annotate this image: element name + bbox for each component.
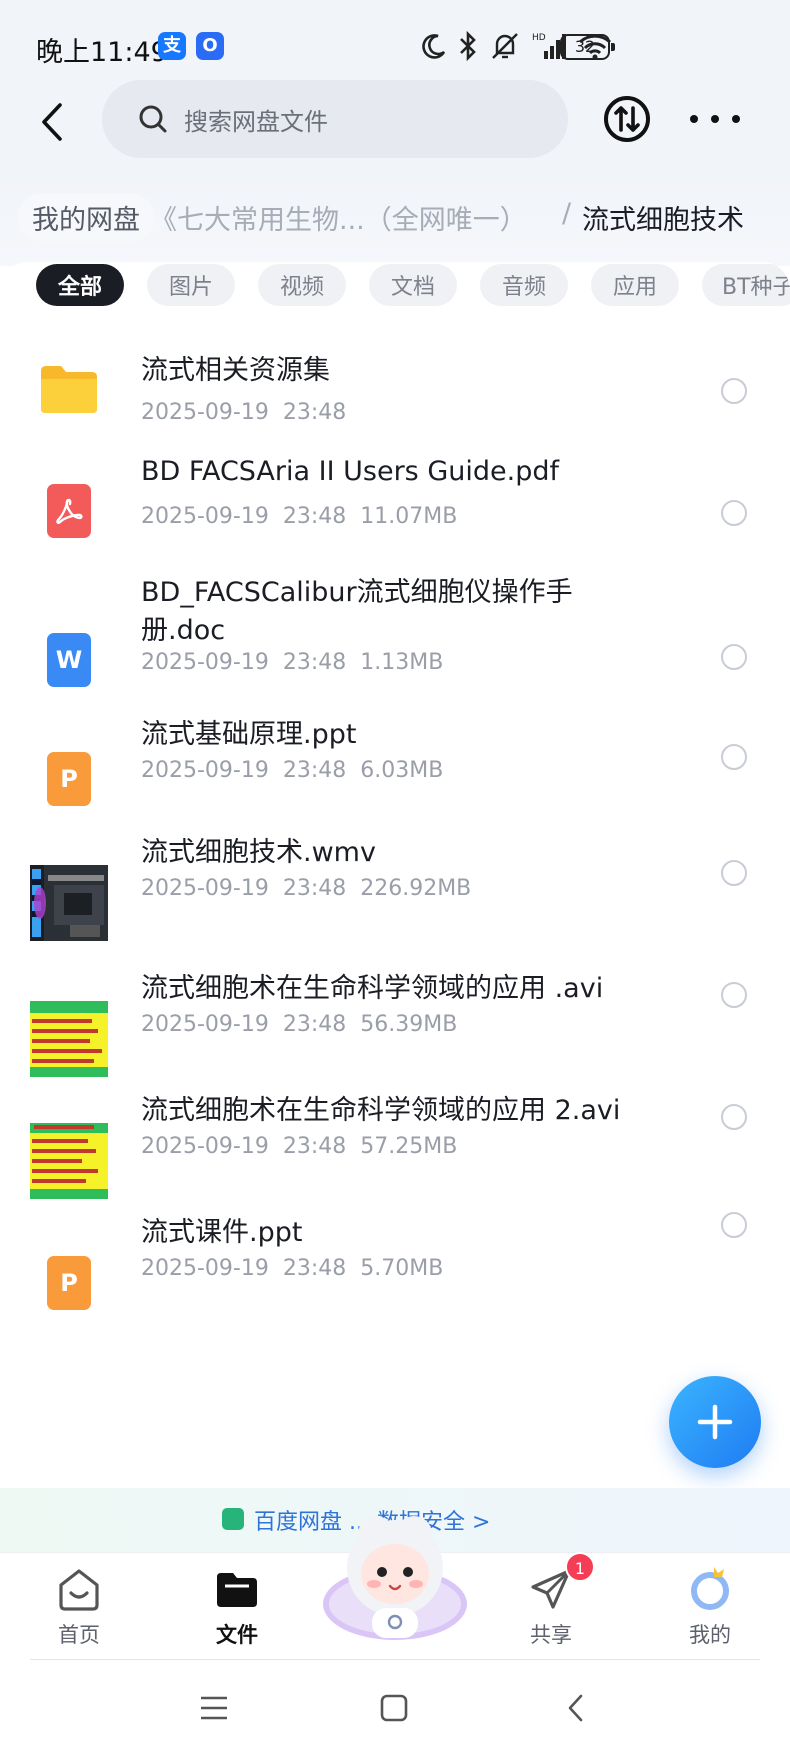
filter-chip-all[interactable]: 全部	[36, 264, 124, 306]
home-icon	[59, 1569, 99, 1611]
word-doc-icon: W	[28, 619, 110, 701]
back-button[interactable]	[28, 94, 76, 150]
bluetooth-icon	[460, 31, 476, 61]
file-name: 流式基础原理.ppt	[141, 719, 357, 750]
video-thumbnail	[28, 998, 110, 1080]
file-meta: 2025-09-19 23:48 5.70MB	[141, 1256, 444, 1281]
header: 搜索网盘文件	[0, 66, 790, 176]
add-button[interactable]	[669, 1376, 761, 1468]
back-arrow-icon	[42, 103, 62, 141]
video-thumbnail	[28, 862, 110, 944]
file-meta: 2025-09-19 23:48 11.07MB	[141, 504, 458, 529]
file-name: BD_FACSCalibur流式细胞仪操作手册.doc	[141, 577, 573, 646]
select-checkbox[interactable]	[721, 500, 747, 526]
video-thumbnail	[28, 1120, 110, 1202]
breadcrumb-root[interactable]: 我的网盘	[18, 194, 154, 241]
files-folder-icon	[217, 1573, 257, 1607]
system-navigation-bar	[0, 1660, 790, 1756]
filter-chip-apps[interactable]: 应用	[591, 264, 679, 306]
file-type-filters: 全部 图片 视频 文档 音频 应用 BT种子	[0, 262, 790, 318]
more-options-button[interactable]	[690, 106, 740, 132]
nav-home[interactable]: 首页	[24, 1565, 134, 1655]
select-checkbox[interactable]	[721, 1212, 747, 1238]
system-back-button[interactable]	[551, 1688, 601, 1728]
filter-chip-documents[interactable]: 文档	[369, 264, 457, 306]
file-row[interactable]: 流式相关资源集 2025-09-19 23:48	[0, 318, 790, 436]
breadcrumb: 《七大常用生物...（全网唯一） 我的网盘 / 流式细胞技术	[0, 176, 790, 266]
filter-chip-images[interactable]: 图片	[147, 264, 235, 306]
alipay-notification-icon: 支	[158, 32, 186, 60]
ppt-icon: P	[28, 1242, 110, 1324]
moon-icon	[422, 34, 446, 59]
square-home-icon	[380, 1694, 408, 1722]
mute-icon	[492, 33, 518, 59]
share-notification-badge: 1	[565, 1552, 595, 1582]
file-row[interactable]: BD FACSAria II Users Guide.pdf 2025-09-1…	[0, 436, 790, 574]
nav-label: 我的	[689, 1623, 731, 1647]
file-name: 流式细胞术在生命科学领域的应用 2.avi	[141, 1095, 621, 1126]
battery-indicator: 32	[560, 34, 615, 60]
menu-icon	[201, 1696, 227, 1720]
select-checkbox[interactable]	[721, 378, 747, 404]
filter-chip-bt-torrents[interactable]: BT种子	[702, 264, 790, 306]
file-meta: 2025-09-19 23:48 6.03MB	[141, 758, 444, 783]
file-name: 流式细胞技术.wmv	[141, 837, 376, 868]
nav-label: 首页	[58, 1623, 100, 1647]
app-notification-icon: O	[196, 32, 224, 60]
file-name: 流式课件.ppt	[141, 1217, 303, 1248]
filter-chip-audio[interactable]: 音频	[480, 264, 568, 306]
nav-files[interactable]: 文件	[182, 1565, 292, 1655]
back-chevron-icon	[568, 1694, 583, 1722]
transfer-list-button[interactable]	[602, 94, 652, 144]
svg-text:HD: HD	[532, 33, 546, 43]
file-meta: 2025-09-19 23:48 1.13MB	[141, 650, 444, 675]
file-meta: 2025-09-19 23:48 226.92MB	[141, 876, 472, 901]
more-dot-icon	[711, 115, 719, 123]
nav-label: 文件	[216, 1623, 258, 1647]
select-checkbox[interactable]	[721, 744, 747, 770]
search-placeholder: 搜索网盘文件	[184, 107, 328, 136]
transfer-icon	[604, 96, 650, 142]
more-dot-icon	[732, 115, 740, 123]
select-checkbox[interactable]	[721, 644, 747, 670]
nav-label: 共享	[530, 1623, 572, 1647]
system-home-button[interactable]	[369, 1688, 419, 1728]
nav-me[interactable]: 我的	[655, 1565, 765, 1655]
search-icon	[139, 105, 167, 133]
ai-assistant-mascot[interactable]	[320, 1516, 470, 1646]
search-input[interactable]: 搜索网盘文件	[102, 80, 568, 158]
breadcrumb-current-folder: 流式细胞技术	[582, 205, 744, 236]
file-row[interactable]: P 流式课件.ppt 2025-09-19 23:48 5.70MB	[0, 1212, 790, 1364]
file-meta: 2025-09-19 23:48 57.25MB	[141, 1134, 458, 1159]
status-time: 晚上11:49	[36, 37, 168, 68]
filter-chip-videos[interactable]: 视频	[258, 264, 346, 306]
system-menu-button[interactable]	[189, 1688, 239, 1728]
breadcrumb-separator: /	[562, 198, 572, 229]
plus-icon	[697, 1404, 733, 1440]
more-dot-icon	[690, 115, 698, 123]
pdf-icon	[28, 470, 110, 552]
file-meta: 2025-09-19 23:48 56.39MB	[141, 1012, 458, 1037]
breadcrumb-parent-folder[interactable]: 《七大常用生物...（全网唯一）	[150, 198, 527, 237]
file-name: BD FACSAria II Users Guide.pdf	[141, 456, 559, 487]
select-checkbox[interactable]	[721, 1104, 747, 1130]
select-checkbox[interactable]	[721, 982, 747, 1008]
folder-icon	[28, 348, 110, 430]
select-checkbox[interactable]	[721, 860, 747, 886]
file-name: 流式相关资源集	[141, 355, 330, 386]
file-name: 流式细胞术在生命科学领域的应用 .avi	[141, 973, 604, 1004]
file-meta: 2025-09-19 23:48	[141, 400, 347, 425]
ppt-icon: P	[28, 738, 110, 820]
shield-icon	[222, 1508, 244, 1530]
profile-avatar-icon	[691, 1567, 729, 1610]
mascot-icon	[323, 1516, 467, 1640]
